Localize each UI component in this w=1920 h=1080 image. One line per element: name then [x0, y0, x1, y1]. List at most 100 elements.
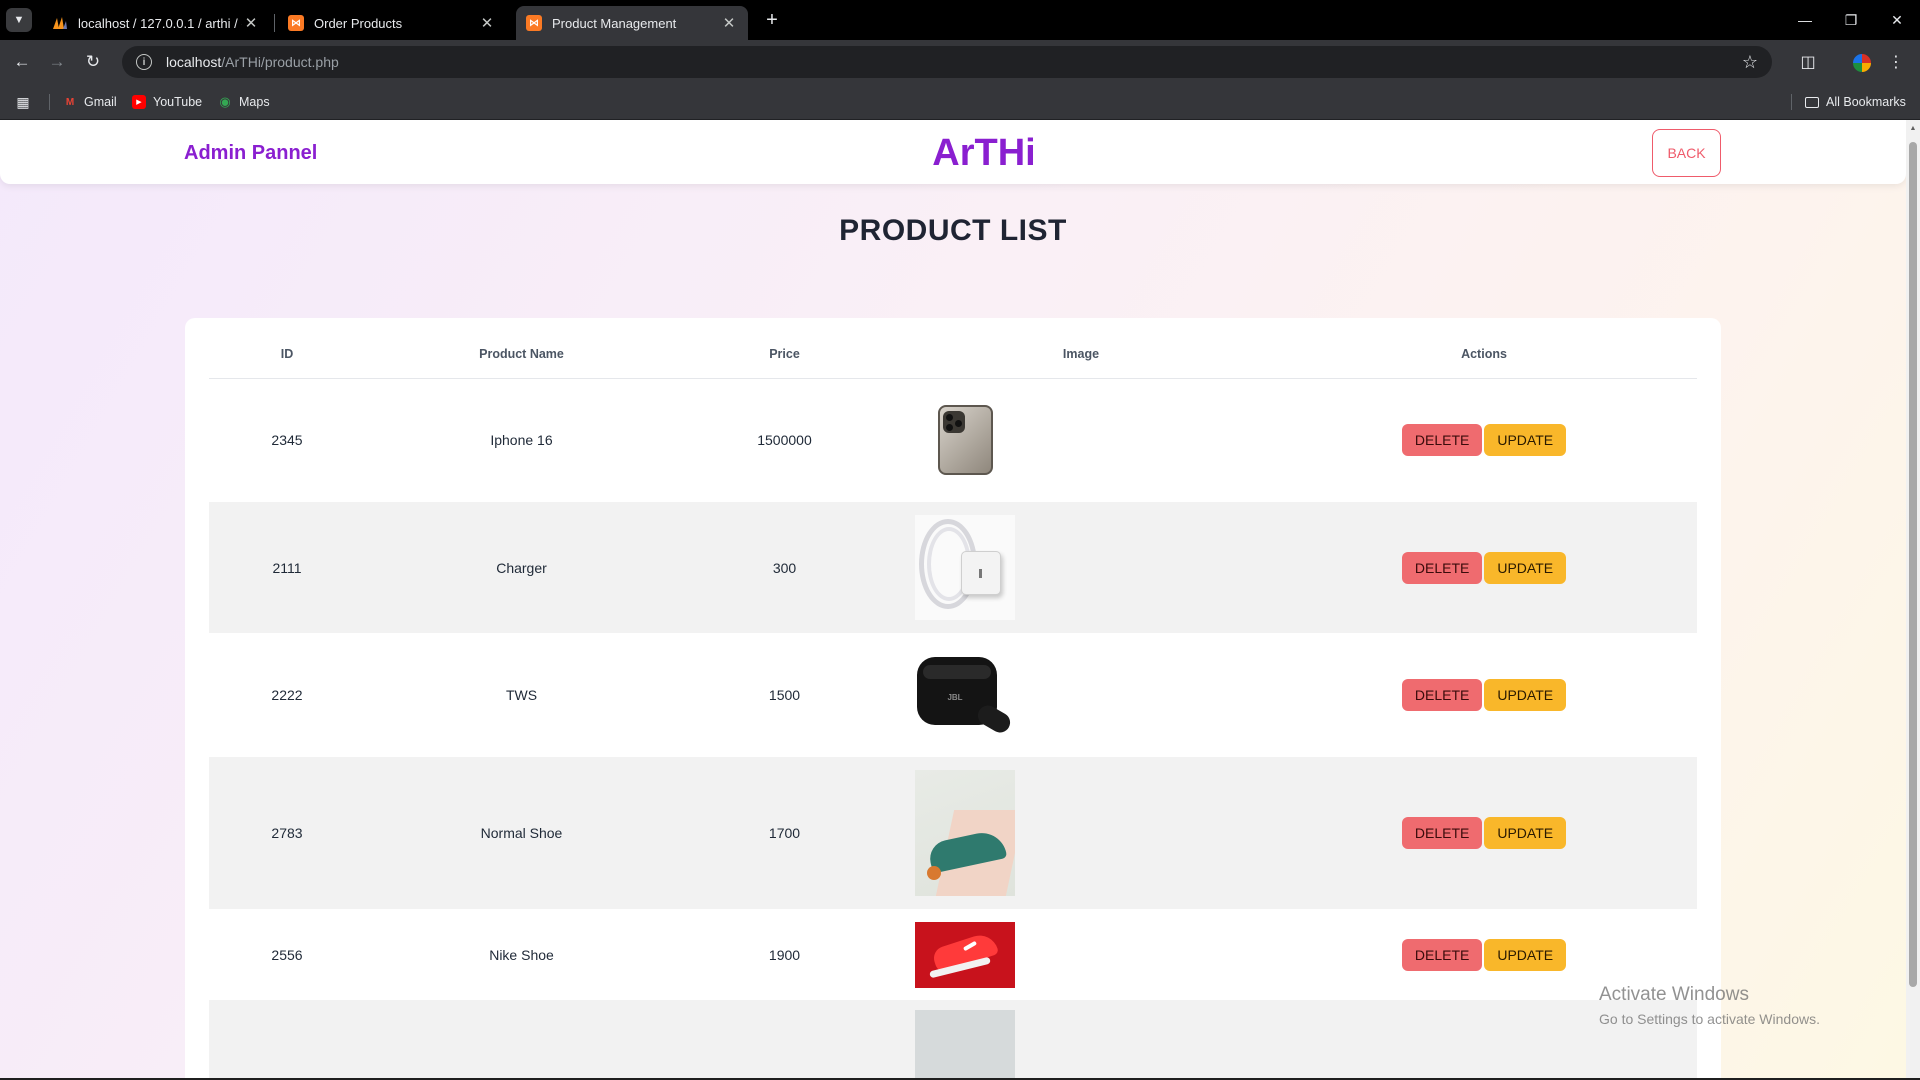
bookmark-star-icon[interactable]: ☆: [1742, 52, 1758, 73]
puzzle-icon: ◫: [1800, 54, 1816, 71]
charger-image: [915, 515, 1015, 620]
cell-image: [891, 1000, 1271, 1078]
product-table-card: ID Product Name Price Image Actions 2345…: [185, 318, 1721, 1078]
update-button[interactable]: UPDATE: [1484, 424, 1567, 457]
delete-button[interactable]: DELETE: [1401, 938, 1483, 971]
profile-avatar[interactable]: [1851, 52, 1873, 74]
table-row: 2111 Charger 300 DELETE UPDATE: [209, 502, 1697, 633]
cell-actions: DELETE UPDATE: [1271, 378, 1697, 502]
delete-button[interactable]: DELETE: [1401, 679, 1483, 711]
restore-icon: ❐: [1844, 11, 1858, 28]
xampp-icon: ⋈: [526, 15, 542, 31]
minimize-button[interactable]: —: [1782, 0, 1828, 40]
new-tab-button[interactable]: +: [758, 8, 786, 32]
shoe-image: [915, 1010, 1015, 1078]
cell-id: 2556: [271, 946, 303, 963]
site-info-icon[interactable]: i: [136, 54, 152, 70]
tab-phpmyadmin[interactable]: localhost / 127.0.0.1 / arthi / cu ✕: [42, 6, 270, 40]
activate-windows-title: Activate Windows: [1599, 984, 1749, 1005]
arrow-left-icon: ←: [13, 52, 31, 71]
bookmarks-bar: ▦ M Gmail ▶ YouTube ◉ Maps All Bookmarks: [0, 84, 1920, 120]
column-header-id: ID: [209, 330, 365, 379]
cell-id: 2222: [271, 687, 303, 703]
maps-icon: ◉: [219, 94, 231, 109]
bookmark-label: YouTube: [153, 95, 203, 109]
bookmark-gmail[interactable]: M Gmail: [63, 93, 117, 111]
delete-button[interactable]: DELETE: [1401, 424, 1483, 457]
back-button[interactable]: BACK: [1652, 129, 1721, 177]
table-row: [209, 1000, 1697, 1078]
close-icon[interactable]: ✕: [478, 14, 496, 32]
close-icon[interactable]: ✕: [242, 14, 260, 32]
bookmark-label: Gmail: [84, 95, 117, 109]
cell-name: [365, 1000, 678, 1078]
page-scrollbar[interactable]: ▲: [1906, 120, 1920, 1080]
delete-button[interactable]: DELETE: [1401, 551, 1483, 584]
back-nav-button[interactable]: ←: [10, 50, 34, 74]
scrollbar-thumb[interactable]: [1909, 142, 1917, 987]
cell-price: 1500: [768, 687, 801, 703]
all-bookmarks-label: All Bookmarks: [1826, 95, 1906, 109]
activate-windows-subtitle: Go to Settings to activate Windows.: [1599, 1011, 1820, 1027]
tab-product-management[interactable]: ⋈ Product Management ✕: [516, 6, 748, 40]
cell-actions: DELETE UPDATE: [1271, 502, 1697, 633]
cell-price: 1900: [768, 946, 801, 963]
cell-name: TWS: [505, 687, 538, 703]
menu-button[interactable]: ⋮: [1884, 50, 1908, 74]
table-row: 2222 TWS 1500 JBL DELETE UPDATE: [209, 633, 1697, 757]
update-button[interactable]: UPDATE: [1484, 679, 1567, 711]
cell-price: [678, 1000, 891, 1078]
update-button[interactable]: UPDATE: [1484, 551, 1567, 584]
iphone-image: [915, 405, 1015, 476]
cell-id: 2783: [209, 757, 365, 909]
cell-image: [891, 909, 1271, 1000]
column-header-price: Price: [678, 330, 891, 379]
delete-button[interactable]: DELETE: [1401, 817, 1483, 849]
product-table: ID Product Name Price Image Actions 2345…: [209, 330, 1697, 1078]
tab-search-button[interactable]: ▼: [6, 8, 32, 32]
cell-id: 2111: [209, 502, 365, 633]
tab-order-products[interactable]: ⋈ Order Products ✕: [278, 6, 506, 40]
chevron-down-icon: ▼: [13, 14, 25, 26]
table-row: 2783 Normal Shoe 1700 DELETE UPDATE: [209, 757, 1697, 909]
all-bookmarks-button[interactable]: All Bookmarks: [1805, 93, 1906, 111]
gmail-icon: M: [65, 96, 75, 108]
url-path: /ArTHi/product.php: [221, 54, 339, 70]
minimize-icon: —: [1798, 12, 1812, 28]
bookmark-youtube[interactable]: ▶ YouTube: [132, 93, 202, 111]
plus-icon: +: [766, 9, 778, 31]
tab-divider: [274, 14, 275, 32]
forward-nav-button[interactable]: →: [45, 50, 69, 74]
tab-title: Order Products: [314, 15, 403, 31]
more-vertical-icon: ⋮: [1888, 54, 1904, 71]
arrow-right-icon: →: [48, 52, 66, 71]
cell-actions: DELETE UPDATE: [1271, 757, 1697, 909]
extensions-button[interactable]: ◫: [1796, 50, 1820, 74]
update-button[interactable]: UPDATE: [1484, 938, 1567, 971]
page-title: PRODUCT LIST: [839, 214, 1067, 247]
close-icon[interactable]: ✕: [720, 14, 738, 32]
green-shoe-image: [915, 770, 1015, 896]
red-shoe-image: [915, 921, 1015, 988]
apps-grid-icon: ▦: [16, 93, 30, 110]
cell-image: [891, 378, 1271, 502]
apps-button[interactable]: ▦: [16, 93, 37, 111]
cell-price: 1500000: [757, 432, 812, 449]
divider: [1791, 94, 1792, 110]
reload-button[interactable]: ↻: [81, 50, 105, 74]
close-window-button[interactable]: ✕: [1874, 0, 1920, 40]
cell-name: Nike Shoe: [489, 946, 554, 963]
update-button[interactable]: UPDATE: [1484, 817, 1567, 849]
cell-name: Iphone 16: [490, 432, 553, 449]
bookmark-maps[interactable]: ◉ Maps: [218, 93, 269, 111]
scroll-up-icon[interactable]: ▲: [1906, 122, 1920, 136]
cell-id: 2345: [271, 432, 303, 449]
address-bar[interactable]: i localhost/ArTHi/product.php ☆: [122, 46, 1772, 78]
cell-actions: DELETE UPDATE: [1271, 633, 1697, 757]
tab-title: Product Management: [552, 15, 677, 31]
cell-image: [891, 502, 1271, 633]
url-host: localhost: [166, 54, 222, 70]
restore-button[interactable]: ❐: [1828, 0, 1874, 40]
xampp-icon: ⋈: [288, 15, 304, 31]
cell-name: Normal Shoe: [365, 757, 678, 909]
